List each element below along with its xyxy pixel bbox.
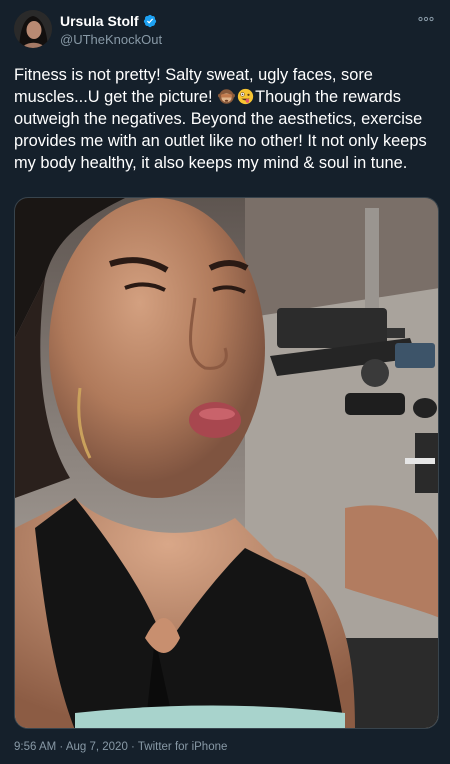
display-name[interactable]: Ursula Stolf [60, 13, 139, 29]
avatar[interactable] [14, 10, 52, 48]
meta-separator-1: · [59, 741, 64, 753]
tweet-meta: 9:56 AM · Aug 7, 2020 · Twitter for iPho… [14, 741, 227, 753]
handle[interactable]: @UTheKnockOut [60, 32, 162, 47]
tweet-source[interactable]: Twitter for iPhone [138, 741, 227, 753]
more-options-icon[interactable] [418, 14, 434, 24]
see-no-evil-monkey-icon [218, 89, 236, 104]
gym-selfie-photo [15, 198, 438, 728]
timestamp-time[interactable]: 9:56 AM [14, 741, 56, 753]
tweet: Ursula Stolf @UTheKnockOut Fitness is no… [0, 0, 450, 764]
verified-badge-icon [143, 14, 156, 28]
tweet-header: Ursula Stolf @UTheKnockOut [14, 10, 438, 50]
timestamp-date[interactable]: Aug 7, 2020 [66, 741, 128, 753]
meta-separator-2: · [131, 741, 135, 753]
tweet-text: Fitness is not pretty! Salty sweat, ugly… [14, 64, 440, 174]
author-names: Ursula Stolf @UTheKnockOut [60, 13, 162, 47]
tweet-photo[interactable] [14, 197, 439, 729]
zany-face-icon [238, 88, 254, 105]
